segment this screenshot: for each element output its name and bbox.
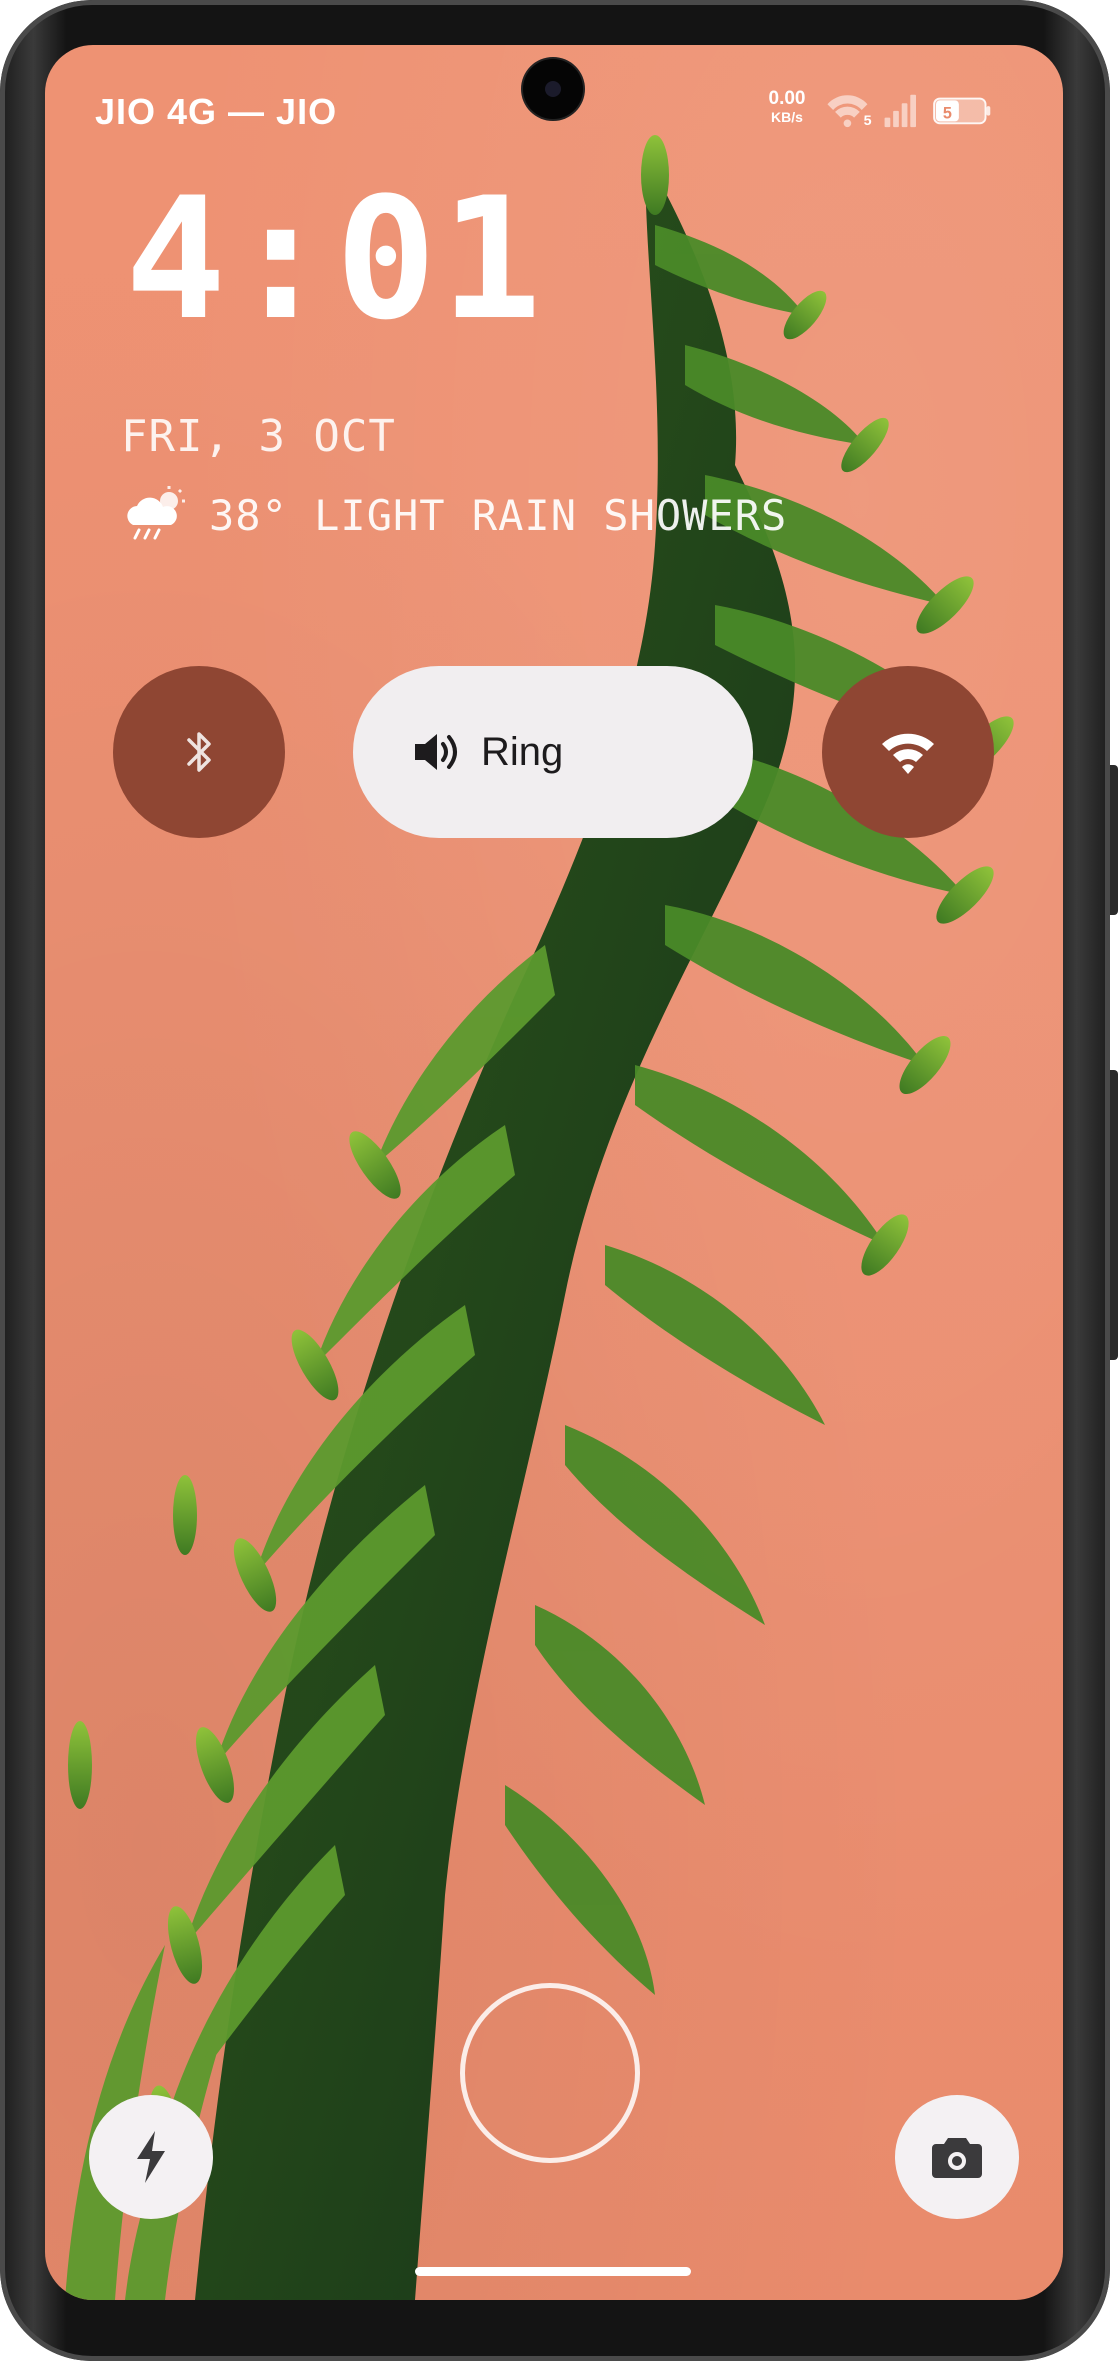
- camera-icon: [932, 2138, 982, 2178]
- flashlight-icon: [137, 2131, 165, 2183]
- wifi-toggle[interactable]: [822, 666, 994, 838]
- power-button: [1110, 765, 1118, 915]
- carrier-label: JIO 4G — JIO: [95, 91, 338, 132]
- weather-text: 38° LIGHT RAIN SHOWERS: [209, 491, 788, 540]
- bluetooth-toggle[interactable]: [113, 666, 285, 838]
- sound-mode-label: Ring: [481, 729, 564, 774]
- cellular-signal-icon: [884, 94, 916, 128]
- status-icons: 5 5: [827, 94, 991, 129]
- lockscreen-clock: 4:01: [125, 161, 546, 357]
- network-speed-value: 0.00: [768, 88, 806, 109]
- volume-button: [1110, 1070, 1118, 1360]
- wifi-status-icon: [827, 95, 868, 128]
- network-speed-unit: KB/s: [771, 109, 803, 125]
- fingerprint-sensor[interactable]: [460, 1983, 640, 2163]
- battery-icon: 5: [933, 97, 991, 125]
- sound-mode-pill[interactable]: Ring: [353, 666, 753, 838]
- wifi-icon: [882, 733, 934, 774]
- lockscreen-date: FRI, 3 OCT: [121, 411, 396, 462]
- lock-screen: JIO 4G — JIO 0.00 KB/s 5 5 4:01 FRI, 3 O…: [45, 45, 1063, 2300]
- bluetooth-icon: [187, 732, 211, 772]
- status-bar: JIO 4G — JIO 0.00 KB/s 5 5: [45, 45, 1063, 155]
- network-speed: 0.00 KB/s: [759, 89, 815, 124]
- volume-icon: [415, 734, 457, 770]
- wifi-badge: 5: [864, 113, 872, 129]
- home-indicator[interactable]: [415, 2267, 691, 2276]
- rain-shower-icon: [127, 486, 185, 540]
- camera-shortcut[interactable]: [895, 2095, 1019, 2219]
- battery-level: 5: [943, 105, 952, 123]
- wallpaper-plant: [65, 135, 1014, 2300]
- flashlight-shortcut[interactable]: [89, 2095, 213, 2219]
